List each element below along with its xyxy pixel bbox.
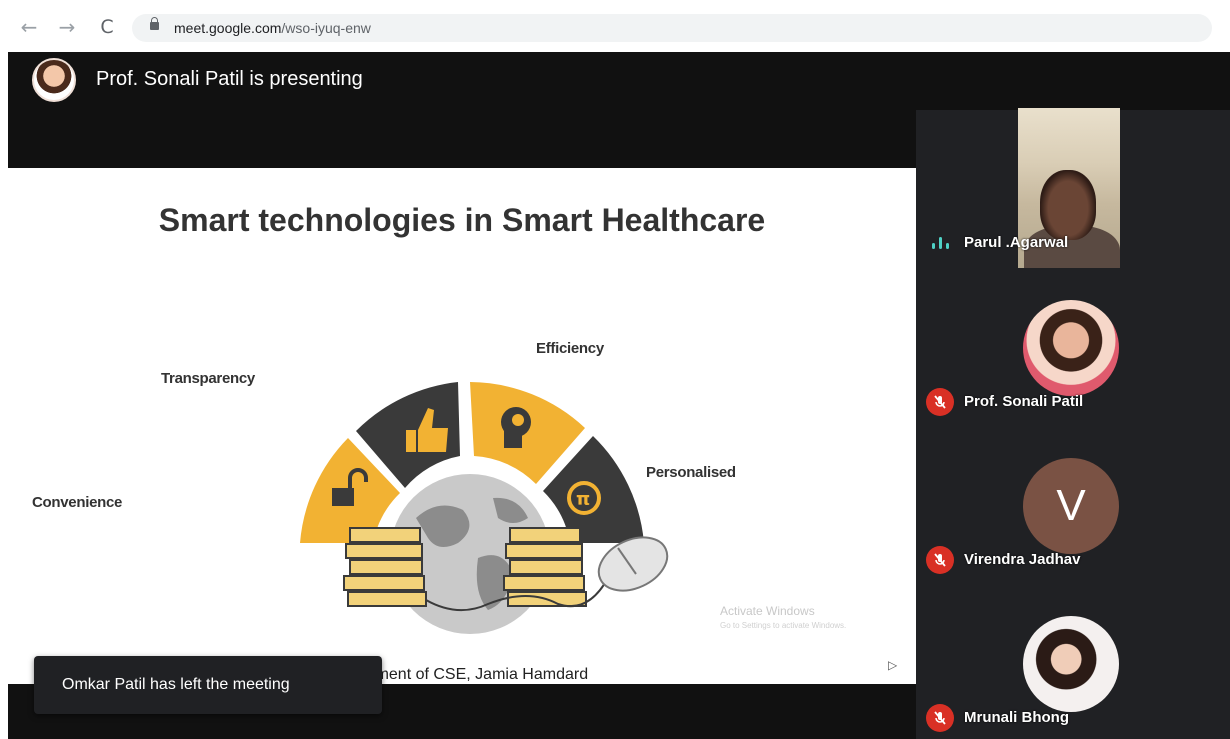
label-transparency: Transparency bbox=[161, 370, 255, 387]
slide-title: Smart technologies in Smart Healthcare bbox=[158, 202, 766, 238]
activate-windows-subtext: Go to Settings to activate Windows. bbox=[720, 621, 847, 630]
url-text[interactable]: meet.google.com/wso-iyuq-enw bbox=[174, 20, 371, 36]
presenter-avatar bbox=[32, 58, 76, 102]
meet-window: Prof. Sonali Patil is presenting Smart t… bbox=[8, 52, 1230, 739]
forward-arrow-icon[interactable]: → bbox=[56, 16, 78, 38]
speaking-indicator-icon bbox=[930, 236, 952, 252]
mic-off-icon bbox=[926, 704, 954, 732]
back-arrow-icon[interactable]: ← bbox=[18, 16, 40, 38]
book-stack-left bbox=[343, 527, 427, 607]
smart-healthcare-graphic: π bbox=[300, 382, 669, 634]
reload-icon[interactable]: C bbox=[96, 16, 118, 38]
slide-letterbox-top bbox=[8, 110, 916, 168]
mic-off-icon bbox=[926, 546, 954, 574]
participant-name-virendra: Virendra Jadhav bbox=[964, 551, 1081, 568]
lock-icon[interactable] bbox=[150, 17, 159, 30]
toast-message: Omkar Patil has left the meeting bbox=[62, 676, 290, 693]
url-host: meet.google.com bbox=[174, 20, 282, 36]
label-efficiency: Efficiency bbox=[536, 340, 604, 357]
participant-avatar-sonali[interactable] bbox=[1023, 300, 1119, 396]
participant-avatar-virendra[interactable]: V bbox=[1023, 458, 1119, 554]
url-path: /wso-iyuq-enw bbox=[281, 20, 371, 36]
presenting-label: Prof. Sonali Patil is presenting bbox=[96, 68, 363, 90]
slide-footer: partment of CSE, Jamia Hamdard bbox=[348, 666, 589, 683]
participant-name-parul: Parul .Agarwal bbox=[964, 234, 1069, 251]
participant-avatar-mrunali[interactable] bbox=[1023, 616, 1119, 712]
mic-off-icon bbox=[926, 388, 954, 416]
mouse-cursor-icon: ▷ bbox=[888, 658, 898, 672]
activate-windows-watermark: Activate Windows bbox=[720, 604, 815, 618]
presenting-bar: Prof. Sonali Patil is presenting bbox=[8, 52, 1230, 110]
left-meeting-toast: Omkar Patil has left the meeting bbox=[34, 656, 382, 714]
video-person-head bbox=[1040, 170, 1096, 240]
address-bar[interactable]: meet.google.com/wso-iyuq-enw bbox=[132, 14, 1212, 42]
label-convenience: Convenience bbox=[32, 494, 123, 511]
svg-text:π: π bbox=[576, 489, 590, 510]
participant-name-mrunali: Mrunali Bhong bbox=[964, 709, 1069, 726]
book-stack-right bbox=[503, 527, 587, 607]
browser-toolbar: ← → C meet.google.com/wso-iyuq-enw bbox=[0, 0, 1230, 52]
participant-name-sonali: Prof. Sonali Patil bbox=[964, 393, 1084, 410]
presentation-slide: Smart technologies in Smart Healthcare T… bbox=[8, 168, 916, 684]
